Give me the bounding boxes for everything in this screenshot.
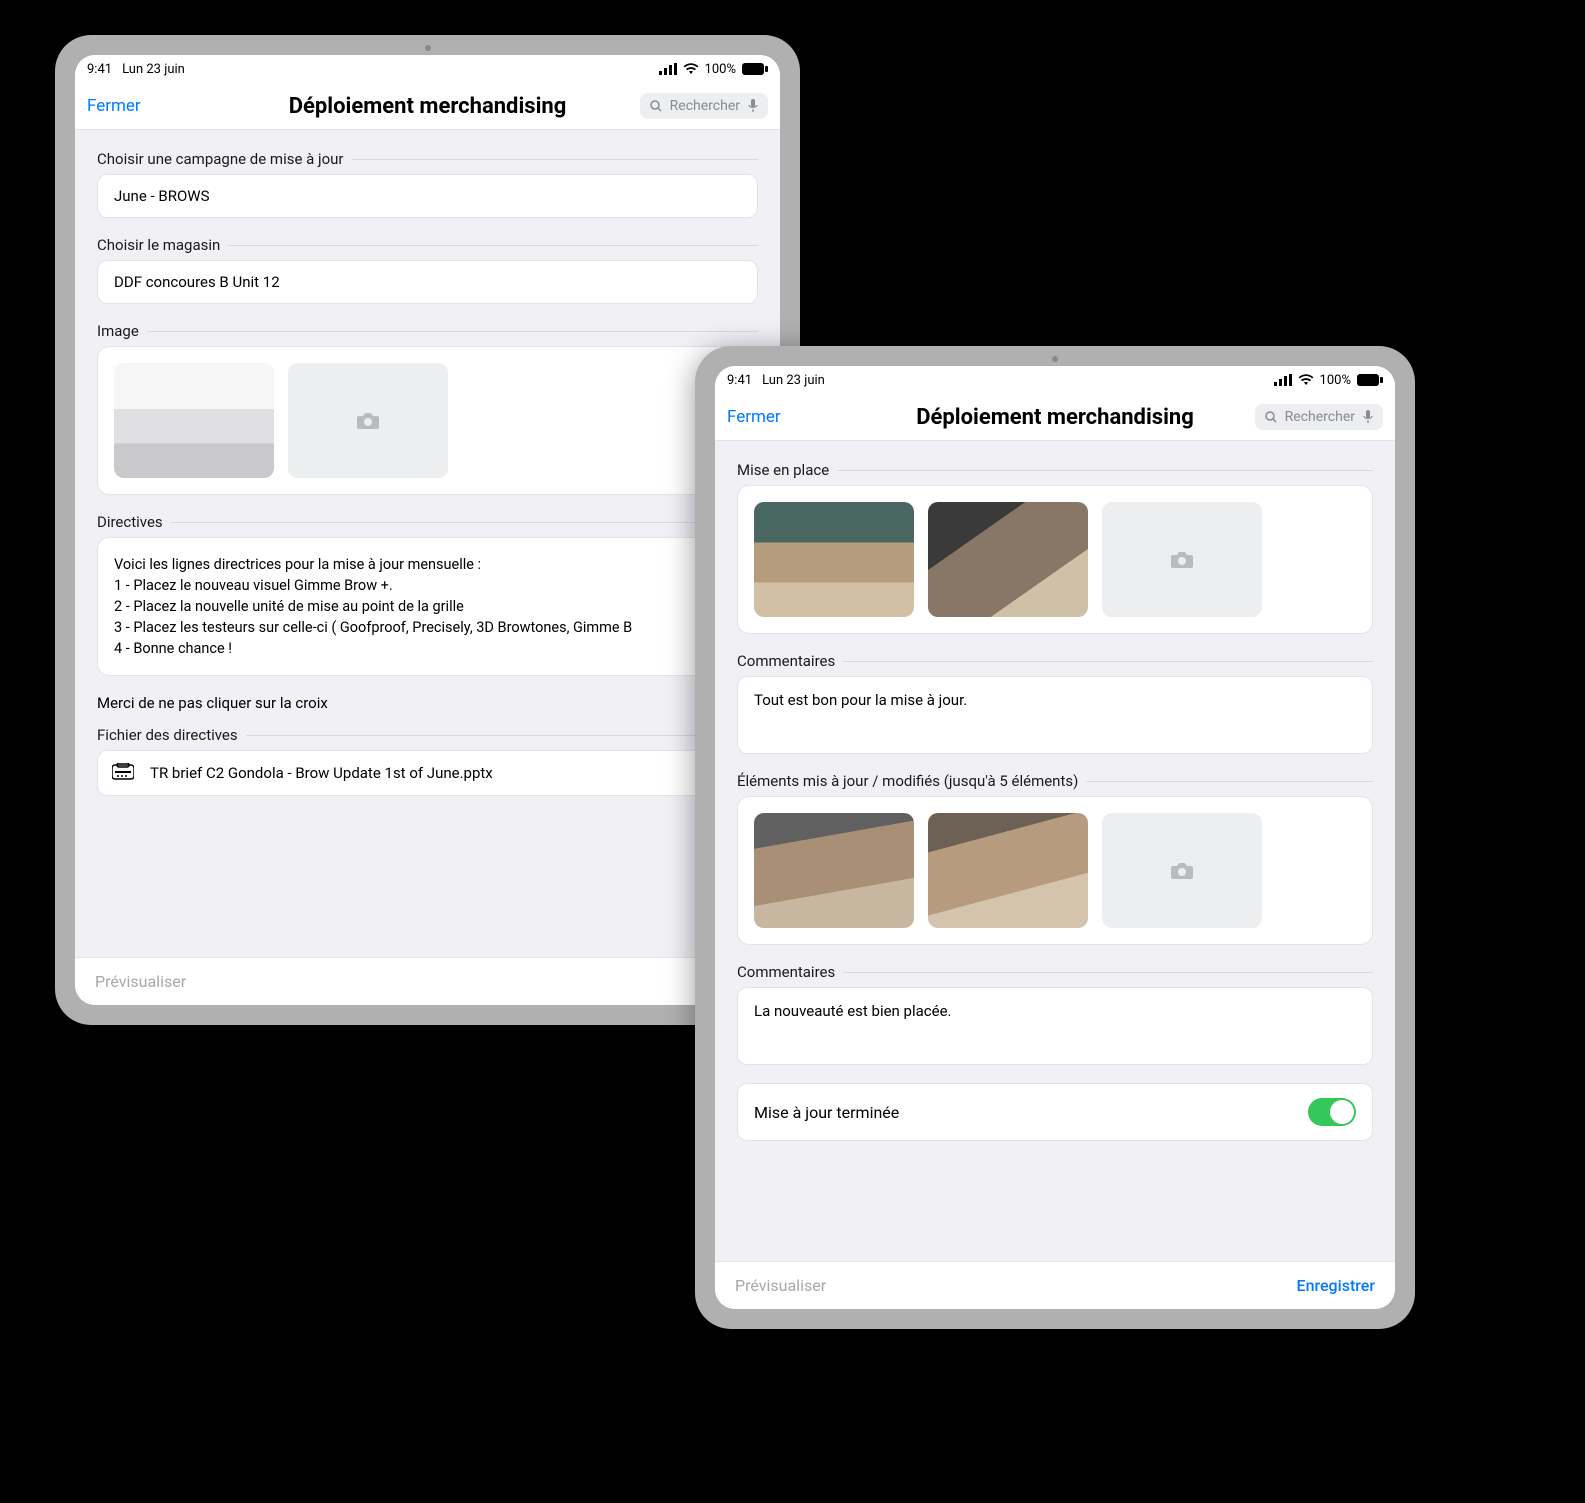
store-select[interactable]: DDF concoures B Unit 12 [97,260,758,304]
modified-image-2[interactable] [928,813,1088,928]
preview-button[interactable]: Prévisualiser [95,972,186,991]
modified-label: Éléments mis à jour / modifiés (jusqu'à … [737,772,1373,790]
page-title: Déploiement merchandising [289,94,567,119]
status-date: Lun 23 juin [762,373,825,388]
wifi-icon [1298,374,1314,386]
camera-icon [1171,551,1193,569]
done-toggle[interactable] [1308,1098,1356,1126]
save-button[interactable]: Enregistrer [1297,1276,1375,1295]
add-setup-image-button[interactable] [1102,502,1262,617]
preview-button[interactable]: Prévisualiser [735,1276,826,1295]
device-camera-dot [1052,356,1058,362]
scroll-content-1[interactable]: Choisir une campagne de mise à jour June… [75,130,780,957]
status-time: 9:41 [87,62,112,77]
battery-percent: 100% [1320,373,1351,388]
search-field[interactable]: Rechercher [640,93,768,119]
add-image-button[interactable] [288,363,448,478]
camera-icon [1171,862,1193,880]
setup-card [737,485,1373,634]
setup-label: Mise en place [737,461,1373,479]
nav-bar: Fermer Déploiement merchandising Recherc… [715,394,1395,441]
store-label: Choisir le magasin [97,236,758,254]
file-name: TR brief C2 Gondola - Brow Update 1st of… [150,764,493,782]
search-placeholder: Rechercher [670,98,740,114]
battery-icon [1357,374,1383,386]
add-modified-image-button[interactable] [1102,813,1262,928]
status-bar: 9:41 Lun 23 juin 100% [715,366,1395,394]
footer-bar-1: Prévisualiser [75,957,780,1005]
directives-file-row[interactable]: TR brief C2 Gondola - Brow Update 1st of… [97,750,758,796]
image-label: Image [97,322,758,340]
battery-percent: 100% [705,62,736,77]
campaign-label: Choisir une campagne de mise à jour [97,150,758,168]
done-label: Mise à jour terminée [754,1103,899,1122]
file-label: Fichier des directives [97,726,758,744]
modified-image-1[interactable] [754,813,914,928]
directives-label: Directives [97,513,758,531]
camera-icon [357,412,379,430]
setup-image-1[interactable] [754,502,914,617]
directives-card: Voici les lignes directrices pour la mis… [97,537,758,676]
comment-input-2[interactable]: La nouveauté est bien placée. [737,987,1373,1065]
screen-1: 9:41 Lun 23 juin 100% Fermer Déploiement… [75,55,780,1005]
close-button[interactable]: Fermer [727,407,781,427]
comments-label-2: Commentaires [737,963,1373,981]
campaign-select[interactable]: June - BROWS [97,174,758,218]
scroll-content-2[interactable]: Mise en place Commentaires Tout est bon … [715,441,1395,1261]
reference-image-thumb[interactable] [114,363,274,478]
done-toggle-row: Mise à jour terminée [737,1083,1373,1141]
footer-bar-2: Prévisualiser Enregistrer [715,1261,1395,1309]
search-icon [1265,411,1277,423]
wifi-icon [683,63,699,75]
close-button[interactable]: Fermer [87,96,141,116]
page-title: Déploiement merchandising [916,405,1194,430]
cross-note: Merci de ne pas cliquer sur la croix [97,694,758,712]
battery-icon [742,63,768,75]
setup-image-2[interactable] [928,502,1088,617]
comments-label-1: Commentaires [737,652,1373,670]
image-card [97,346,758,495]
mic-icon[interactable] [1363,410,1373,424]
directives-text: Voici les lignes directrices pour la mis… [114,554,741,659]
search-icon [650,100,662,112]
tablet-device-1: 9:41 Lun 23 juin 100% Fermer Déploiement… [55,35,800,1025]
search-placeholder: Rechercher [1285,409,1355,425]
nav-bar: Fermer Déploiement merchandising Recherc… [75,83,780,130]
signal-icon [1274,374,1292,386]
device-camera-dot [425,45,431,51]
file-icon [112,763,134,783]
comment-input-1[interactable]: Tout est bon pour la mise à jour. [737,676,1373,754]
status-date: Lun 23 juin [122,62,185,77]
signal-icon [659,63,677,75]
search-field[interactable]: Rechercher [1255,404,1383,430]
screen-2: 9:41 Lun 23 juin 100% Fermer Déploiement… [715,366,1395,1309]
mic-icon[interactable] [748,99,758,113]
tablet-device-2: 9:41 Lun 23 juin 100% Fermer Déploiement… [695,346,1415,1329]
status-bar: 9:41 Lun 23 juin 100% [75,55,780,83]
status-time: 9:41 [727,373,752,388]
modified-card [737,796,1373,945]
